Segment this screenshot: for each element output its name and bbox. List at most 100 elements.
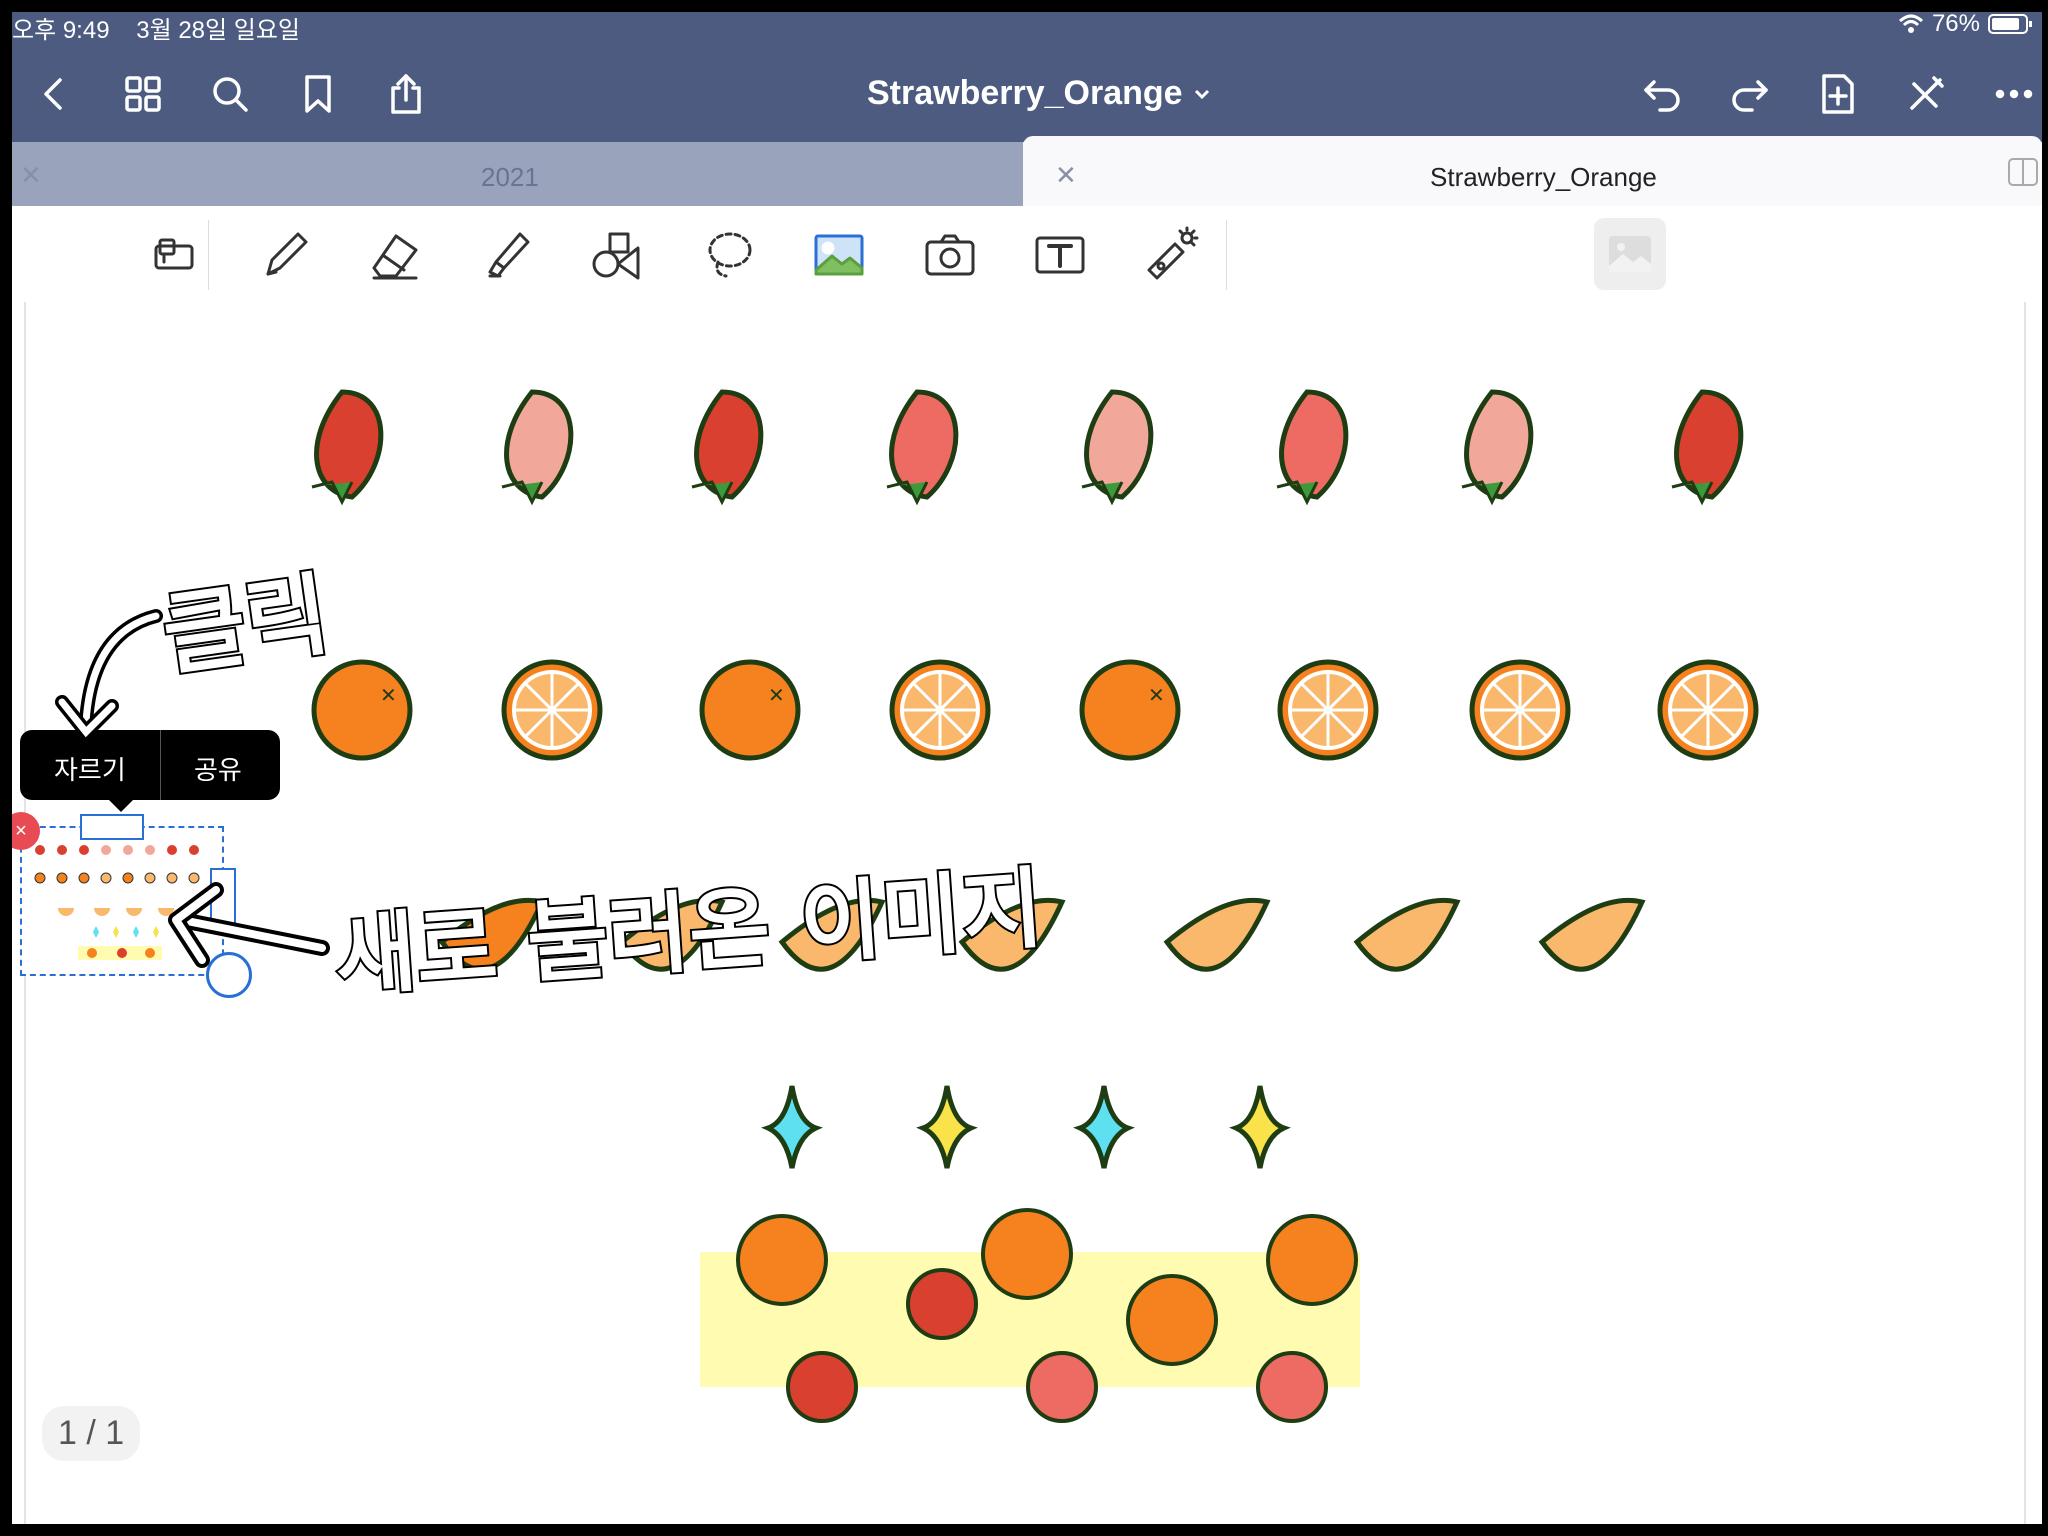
arrow-left-icon [168, 882, 330, 968]
pen-tool[interactable] [252, 222, 318, 288]
close-pen-icon [1910, 76, 1944, 110]
image-tool[interactable] [806, 222, 872, 288]
laser-pointer-icon [1147, 226, 1199, 280]
image-placeholder-icon [1609, 236, 1651, 272]
zoom-window-icon [154, 238, 194, 270]
share-button[interactable] [378, 66, 434, 122]
strawberry-sticker [314, 389, 384, 500]
text-box-icon [1035, 236, 1085, 274]
zoom-window-tool[interactable] [142, 222, 208, 288]
lasso-tool[interactable] [696, 222, 762, 288]
note-canvas[interactable]: ✕ ✕ ✕ × 자르기 공유 클릭 새로 불러온 이미지 1 / 1 [12, 302, 2042, 1524]
share-icon [391, 74, 421, 114]
search-button[interactable] [202, 66, 258, 122]
tape-strawberry [1026, 1351, 1098, 1423]
thumbnails-button[interactable] [115, 66, 171, 122]
tape-strawberry [906, 1268, 978, 1340]
tab-bar: ✕ 2021 ✕ Strawberry_Orange [12, 136, 2042, 206]
orange-stem: ✕ [380, 685, 397, 707]
back-button[interactable] [26, 66, 82, 122]
highlighter-tool[interactable] [472, 222, 538, 288]
toolbar-divider [1226, 220, 1227, 290]
strawberry-sticker [694, 389, 764, 500]
orange-stem: ✕ [768, 685, 785, 707]
undo-button[interactable] [1634, 66, 1690, 122]
lasso-icon [708, 232, 752, 278]
tape-orange [736, 1214, 828, 1306]
annotation-click: 클릭 [155, 560, 338, 691]
tape-orange [981, 1208, 1073, 1300]
strawberry-sticker [889, 389, 959, 500]
tab-close-icon[interactable]: ✕ [1055, 160, 1077, 191]
tab-label: Strawberry_Orange [1430, 162, 1657, 192]
shapes-icon [592, 232, 640, 280]
tab-label: 2021 [481, 162, 539, 192]
image-thumbnail-placeholder[interactable] [1594, 218, 1666, 290]
status-left: 오후 9:49 3월 28일 일요일 [12, 12, 300, 45]
orange-sticker [699, 659, 801, 761]
document-title-label: Strawberry_Orange [867, 74, 1183, 112]
tab-strawberry-orange[interactable]: ✕ Strawberry_Orange [1023, 136, 2042, 206]
battery-percent: 76% [1931, 12, 1980, 37]
strawberry-sticker [1464, 389, 1534, 500]
redo-button[interactable] [1722, 66, 1778, 122]
strawberry-sticker [1279, 389, 1349, 500]
back-icon [44, 78, 62, 110]
battery-icon [1988, 14, 2032, 34]
page-indicator[interactable]: 1 / 1 [42, 1406, 141, 1461]
camera-tool[interactable] [917, 222, 983, 288]
ipad-screen: 오후 9:49 3월 28일 일요일 76% Strawberry_Orange [12, 12, 2042, 1524]
more-icon [1995, 89, 2033, 99]
wifi-icon [1898, 14, 1923, 33]
resize-handle-top[interactable] [80, 814, 144, 840]
document-title[interactable]: Strawberry_Orange [867, 74, 1211, 113]
image-icon [814, 234, 864, 276]
eraser-tool[interactable] [362, 222, 428, 288]
search-icon [213, 77, 248, 112]
add-page-icon [1822, 74, 1854, 114]
toolbar-divider [208, 220, 209, 290]
tape-orange [1126, 1274, 1218, 1366]
context-menu-pointer [107, 798, 135, 812]
laser-pointer-tool[interactable] [1137, 222, 1203, 288]
highlighter-icon [488, 232, 530, 278]
melon-slice-sticker [1353, 897, 1461, 972]
tool-bar [12, 206, 2042, 303]
strawberry-sticker [1674, 389, 1744, 500]
status-date: 3월 28일 일요일 [136, 17, 300, 44]
close-pen-button[interactable] [1898, 66, 1954, 122]
orange-sticker [311, 659, 413, 761]
melon-slice-sticker [1538, 897, 1646, 972]
status-time: 오후 9:49 [12, 17, 110, 44]
tape-strawberry [786, 1351, 858, 1423]
grid-icon [125, 76, 161, 112]
camera-icon [925, 234, 975, 276]
more-button[interactable] [1986, 66, 2042, 122]
navigation-bar: Strawberry_Orange [12, 44, 2042, 142]
pen-icon [266, 232, 308, 276]
strawberry-sticker [504, 389, 574, 500]
redo-icon [1732, 80, 1768, 112]
tape-orange [1266, 1214, 1358, 1306]
share-menu-item[interactable]: 공유 [194, 750, 242, 787]
tab-2021[interactable]: ✕ 2021 [12, 142, 1023, 206]
sparkle-sticker [916, 1085, 978, 1169]
status-bar: 오후 9:49 3월 28일 일요일 76% [12, 12, 2042, 44]
sparkle-sticker [1229, 1085, 1291, 1169]
sparkle-sticker [761, 1085, 823, 1169]
melon-slice-sticker [1163, 897, 1271, 972]
bookmark-button[interactable] [290, 66, 346, 122]
sparkle-sticker [1073, 1085, 1135, 1169]
split-view-icon[interactable] [2008, 158, 2038, 186]
eraser-icon [372, 234, 418, 280]
strawberry-sticker [1084, 389, 1154, 500]
add-page-button[interactable] [1810, 66, 1866, 122]
tab-close-icon[interactable]: ✕ [20, 160, 42, 191]
chevron-down-icon [1194, 89, 1209, 99]
tape-strawberry [1256, 1351, 1328, 1423]
text-tool[interactable] [1027, 222, 1093, 288]
cut-menu-item[interactable]: 자르기 [54, 750, 126, 787]
shapes-tool[interactable] [584, 222, 650, 288]
orange-stem: ✕ [1148, 685, 1165, 707]
undo-icon [1644, 80, 1680, 112]
